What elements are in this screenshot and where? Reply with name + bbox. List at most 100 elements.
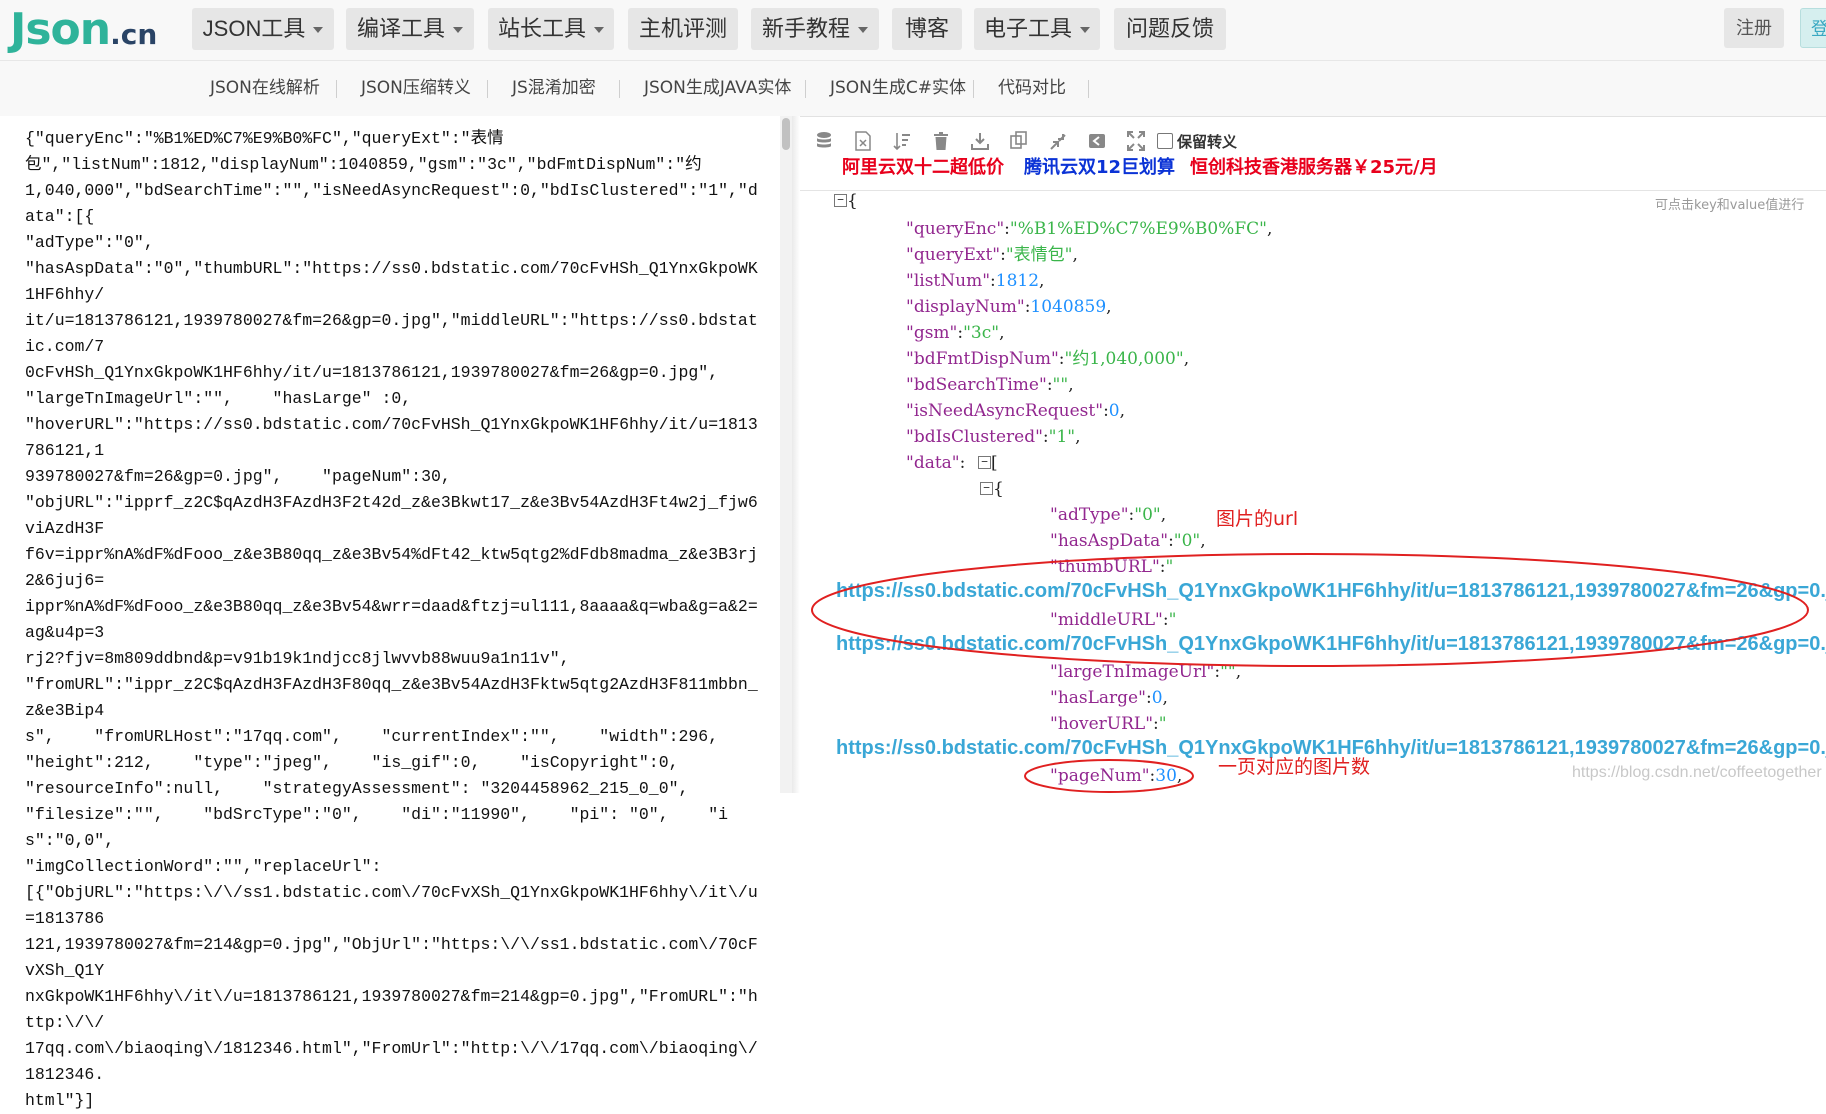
tree-row[interactable]: "middleURL":" — [1050, 607, 1176, 633]
tree-key[interactable]: "listNum" — [906, 271, 990, 291]
tree-key[interactable]: "hasLarge" — [1050, 688, 1146, 708]
tree-value[interactable]: 30 — [1155, 766, 1177, 786]
thumb-url-value[interactable]: https://ss0.bdstatic.com/70cFvHSh_Q1YnxG… — [836, 580, 1826, 603]
tree-key[interactable]: "bdFmtDispNum" — [906, 349, 1059, 369]
tree-value[interactable]: "1" — [1049, 427, 1075, 447]
tree-value[interactable]: "约1,040,000" — [1065, 349, 1184, 369]
tree-row[interactable]: "hasLarge":0, — [1050, 685, 1168, 711]
subnav-divider — [805, 80, 806, 98]
caret-down-icon — [594, 27, 604, 34]
ad-hengchuang-link[interactable]: 恒创科技香港服务器￥25元/月 — [1190, 153, 1438, 179]
tree-row[interactable]: "pageNum":30, — [1050, 763, 1182, 789]
tree-value[interactable]: 0 — [1152, 688, 1163, 708]
nav-label: 电子工具 — [983, 16, 1072, 41]
editor-scrollbar[interactable] — [780, 116, 792, 793]
compress-icon[interactable] — [1046, 129, 1070, 153]
tree-row[interactable]: "bdSearchTime":"", — [906, 372, 1074, 398]
nav-blog[interactable]: 博客 — [892, 8, 962, 50]
middle-url-value[interactable]: https://ss0.bdstatic.com/70cFvHSh_Q1YnxG… — [836, 633, 1826, 656]
copy-icon[interactable] — [1007, 129, 1031, 153]
tree-key[interactable]: "adType" — [1050, 505, 1129, 525]
download-icon[interactable] — [968, 129, 992, 153]
collapse-toggle-icon[interactable]: − — [980, 482, 993, 495]
tree-value[interactable]: "表情包" — [1006, 245, 1073, 265]
tree-value[interactable]: "" — [1220, 662, 1236, 682]
item-open-brace: { — [993, 479, 1004, 499]
tree-key[interactable]: "thumbURL" — [1050, 557, 1160, 577]
editor-line: "height":212, "type":"jpeg", "is_gif":0,… — [25, 753, 679, 772]
tree-row[interactable]: "thumbURL":" — [1050, 554, 1173, 580]
login-button[interactable]: 登 — [1800, 8, 1826, 48]
subnav-js-obfuscate[interactable]: JS混淆加密 — [512, 61, 596, 116]
tree-key[interactable]: "middleURL" — [1050, 610, 1163, 630]
keep-escape-checkbox[interactable] — [1157, 133, 1173, 149]
collapse-toggle-icon[interactable]: − — [978, 456, 991, 469]
tree-value[interactable]: "" — [1053, 375, 1069, 395]
nav-compile-tools[interactable]: 编译工具 — [346, 8, 474, 50]
tree-value[interactable]: "0" — [1174, 531, 1200, 551]
nav-host-review[interactable]: 主机评测 — [628, 8, 738, 50]
subnav-json-compress[interactable]: JSON压缩转义 — [361, 61, 471, 116]
tree-key[interactable]: "largeTnImageUrl" — [1050, 662, 1214, 682]
tree-row[interactable]: "largeTnImageUrl":"", — [1050, 659, 1241, 685]
tree-row-data[interactable]: "data": — [906, 450, 965, 476]
viewer-divider — [800, 190, 1826, 191]
tree-row[interactable]: "bdIsClustered":"1", — [906, 424, 1081, 450]
sort-icon[interactable] — [890, 129, 914, 153]
tree-key[interactable]: "bdIsClustered" — [906, 427, 1043, 447]
back-icon[interactable] — [1085, 129, 1109, 153]
tree-row[interactable]: "adType":"0", — [1050, 502, 1166, 528]
database-icon[interactable] — [812, 129, 836, 153]
tree-key[interactable]: "gsm" — [906, 323, 957, 343]
tree-value[interactable]: "3c" — [963, 323, 999, 343]
tree-row[interactable]: "listNum":1812, — [906, 268, 1044, 294]
tree-row[interactable]: "gsm":"3c", — [906, 320, 1005, 346]
collapse-toggle-icon[interactable]: − — [834, 194, 847, 207]
tree-key[interactable]: "pageNum" — [1050, 766, 1150, 786]
tree-row[interactable]: "displayNum":1040859, — [906, 294, 1112, 320]
tree-key[interactable]: "queryEnc" — [906, 219, 1004, 239]
tree-value[interactable]: 1812 — [996, 271, 1039, 291]
tree-key[interactable]: "bdSearchTime" — [906, 375, 1047, 395]
tree-key[interactable]: "hasAspData" — [1050, 531, 1168, 551]
subnav-json-to-csharp[interactable]: JSON生成C#实体 — [830, 61, 966, 116]
subnav-json-parse[interactable]: JSON在线解析 — [210, 61, 320, 116]
tree-value[interactable]: 1040859 — [1030, 297, 1106, 317]
tree-row[interactable]: "hasAspData":"0", — [1050, 528, 1206, 554]
nav-electronics-tools[interactable]: 电子工具 — [974, 8, 1100, 50]
tree-row[interactable]: "hoverURL":" — [1050, 711, 1167, 737]
site-logo[interactable]: Json .cn — [10, 2, 157, 58]
editor-line: rj2?fjv=8m809ddbnd&p=v91b19k1ndjcc8jlwvv… — [25, 649, 570, 668]
subnav-json-to-java[interactable]: JSON生成JAVA实体 — [644, 61, 791, 116]
json-input-editor[interactable]: {"queryEnc":"%B1%ED%C7%E9%B0%FC","queryE… — [0, 116, 790, 1110]
editor-line: "fromURL":"ippr_z2C$qAzdH3FAzdH3F80qq_z&… — [25, 675, 758, 720]
ad-tencent-link[interactable]: 腾讯云双12巨划算 — [1024, 153, 1175, 179]
tree-key[interactable]: "hoverURL" — [1050, 714, 1153, 734]
tree-row[interactable]: "queryExt":"表情包", — [906, 242, 1078, 268]
keep-escape-option[interactable]: 保留转义 — [1157, 131, 1237, 152]
tree-key[interactable]: "displayNum" — [906, 297, 1025, 317]
tree-key[interactable]: "data" — [906, 453, 960, 473]
json-input-text[interactable]: {"queryEnc":"%B1%ED%C7%E9%B0%FC","queryE… — [25, 126, 765, 1114]
tree-key[interactable]: "isNeedAsyncRequest" — [906, 401, 1103, 421]
nav-feedback[interactable]: 问题反馈 — [1114, 8, 1226, 50]
nav-tutorials[interactable]: 新手教程 — [751, 8, 879, 50]
export-icon[interactable] — [851, 129, 875, 153]
editor-scrollbar-thumb[interactable] — [782, 118, 790, 150]
subnav-divider — [336, 80, 337, 98]
tree-row[interactable]: "bdFmtDispNum":"约1,040,000", — [906, 346, 1189, 372]
ad-aliyun-link[interactable]: 阿里云双十二超低价 — [842, 153, 1004, 179]
tree-key[interactable]: "queryExt" — [906, 245, 1000, 265]
tree-row[interactable]: "queryEnc":"%B1%ED%C7%E9%B0%FC", — [906, 216, 1272, 242]
editor-line: {"queryEnc":"%B1%ED%C7%E9%B0%FC","queryE… — [25, 129, 504, 148]
nav-json-tools[interactable]: JSON工具 — [192, 8, 334, 50]
tree-value[interactable]: "%B1%ED%C7%E9%B0%FC" — [1010, 219, 1267, 239]
nav-webmaster-tools[interactable]: 站长工具 — [488, 8, 614, 50]
trash-icon[interactable] — [929, 129, 953, 153]
register-button[interactable]: 注册 — [1724, 8, 1784, 48]
subnav-code-diff[interactable]: 代码对比 — [998, 61, 1066, 116]
expand-icon[interactable] — [1124, 129, 1148, 153]
tree-row[interactable]: "isNeedAsyncRequest":0, — [906, 398, 1125, 424]
tree-value[interactable]: 0 — [1109, 401, 1120, 421]
tree-value[interactable]: "0" — [1134, 505, 1160, 525]
